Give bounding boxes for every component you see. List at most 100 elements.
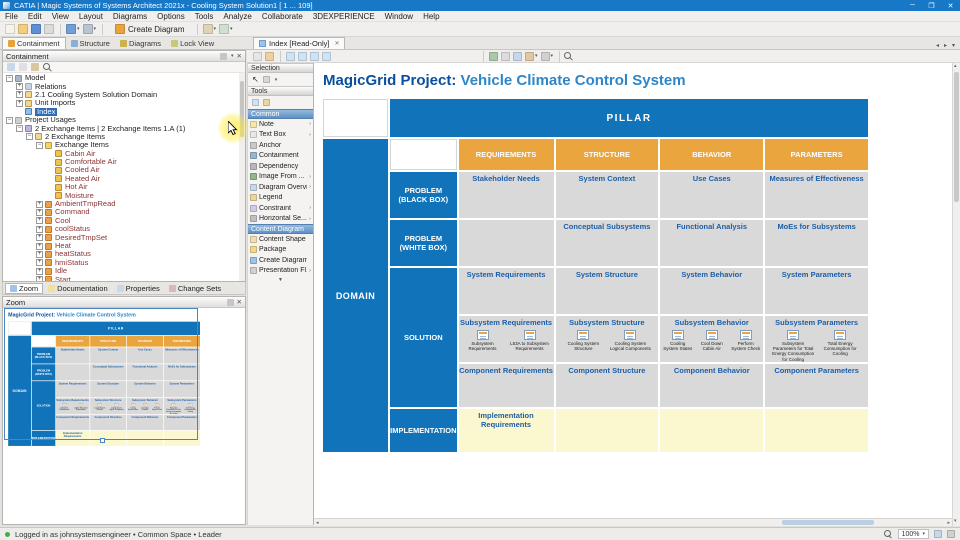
grid-row-label[interactable]: PROBLEM (BLACK BOX) [390, 172, 457, 218]
palette-more-icon[interactable]: ▼ [248, 276, 313, 284]
tab-list-icon[interactable]: ▾ [952, 42, 955, 49]
grid-row-label[interactable]: SOLUTION [390, 268, 457, 408]
tree-item-2-exchange-items[interactable]: 2 Exchange Items [3, 132, 245, 141]
diagram-options-icon[interactable]: ▾ [540, 51, 555, 62]
grid-cell[interactable]: Conceptual Subsystems [555, 220, 659, 266]
palette-item[interactable]: Diagram Overvi... › [248, 182, 313, 193]
maximize-button[interactable]: ❐ [922, 0, 941, 11]
grid-cell[interactable]: System Requirements [458, 268, 554, 314]
tree-item[interactable]: hmiStatus [3, 258, 245, 267]
collapse-all-icon[interactable] [19, 63, 27, 71]
grid-row-label[interactable]: PROBLEM (WHITE BOX) [390, 220, 457, 266]
export-image-icon[interactable] [488, 51, 499, 62]
pan-tool-icon[interactable] [263, 99, 270, 106]
close-button[interactable]: ✕ [941, 0, 960, 11]
fit-to-window-icon[interactable] [934, 530, 942, 538]
tree-item[interactable]: DesiredTmpSet [3, 233, 245, 242]
minimize-button[interactable]: ─ [903, 0, 922, 11]
expander-icon[interactable] [36, 267, 43, 275]
menu-item[interactable]: Tools [190, 11, 219, 22]
tree-item-exchange-items-usage[interactable]: 2 Exchange Items | 2 Exchange Items 1.A … [3, 124, 245, 133]
expand-all-icon[interactable] [7, 63, 15, 71]
tree-item[interactable]: Cooled Air [3, 166, 245, 174]
palette-item[interactable]: Horizontal Se... › [248, 214, 313, 225]
scroll-up-icon[interactable]: ▴ [954, 63, 957, 69]
full-screen-icon[interactable] [947, 530, 955, 538]
subsystem-artifact[interactable]: Cool Down Cabin Air [696, 329, 727, 352]
menu-item[interactable]: Options [152, 11, 190, 22]
chevron-right-icon[interactable]: › [309, 132, 311, 138]
grid-column-header[interactable]: REQUIREMENTS [458, 139, 554, 170]
save-icon[interactable] [30, 23, 42, 35]
panel-settings-icon[interactable] [220, 52, 228, 60]
grid-cell[interactable] [660, 409, 764, 453]
grid-cell[interactable]: System Parameters [765, 268, 868, 314]
expander-icon[interactable] [36, 217, 43, 225]
palette-section-common[interactable]: Common [248, 109, 313, 119]
palette-item[interactable]: Note › [248, 119, 313, 130]
scroll-down-icon[interactable]: ▾ [954, 518, 957, 524]
grid-cell[interactable]: Measures of Effectiveness [765, 172, 868, 218]
menu-item[interactable]: View [47, 11, 74, 22]
expander-icon[interactable] [6, 116, 13, 124]
palette-item[interactable]: Image From ... › [248, 172, 313, 183]
tree-scrollbar[interactable] [239, 73, 245, 281]
diagram-tab-index[interactable]: Index [Read-Only] ✕ [253, 37, 346, 49]
tree-item[interactable]: coolStatus [3, 225, 245, 233]
subsystem-artifact[interactable]: Cooling System States [662, 329, 693, 352]
tree-item[interactable]: Cabin Air [3, 149, 245, 158]
print-icon[interactable] [43, 23, 55, 35]
palette-item[interactable]: Containment › [248, 151, 313, 162]
print-diagram-icon[interactable] [500, 51, 511, 62]
grid-cell[interactable]: System Context [555, 172, 659, 218]
grid-cell[interactable]: Component Behavior [660, 364, 764, 408]
tree-item[interactable]: heatStatus [3, 250, 245, 258]
tree-item[interactable]: AmbientTmpRead [3, 200, 245, 208]
tree-item[interactable]: Hot Air [3, 183, 245, 191]
grid-cell[interactable]: Use Cases [660, 172, 764, 218]
menu-item[interactable]: 3DEXPERIENCE [308, 11, 380, 22]
horizontal-scrollbar[interactable]: ◂ ▸ [314, 518, 952, 526]
grid-row-label[interactable]: IMPLEMENTATION [390, 409, 457, 453]
validation-icon[interactable]: ▾ [202, 23, 218, 35]
scroll-left-icon[interactable]: ◂ [316, 520, 319, 526]
new-project-icon[interactable] [4, 23, 16, 35]
vertical-scrollbar-thumb[interactable] [954, 72, 959, 202]
scroll-right-icon[interactable]: ▸ [947, 520, 950, 526]
chevron-right-icon[interactable]: › [309, 121, 311, 127]
grid-cell[interactable]: Subsystem Structure Cooling System Struc… [555, 316, 659, 363]
grid-cell[interactable] [555, 409, 659, 453]
expander-icon[interactable] [16, 125, 23, 133]
expander-icon[interactable] [16, 91, 23, 99]
palette-item[interactable]: Constraint › [248, 203, 313, 214]
scroll-tabs-right-icon[interactable]: ▸ [944, 42, 947, 49]
grid-cell[interactable]: Subsystem Requirements Subsystem Require… [458, 316, 554, 363]
menu-item[interactable]: Diagrams [108, 11, 152, 22]
tree-item[interactable]: Moisture [3, 191, 245, 200]
chevron-right-icon[interactable]: › [309, 205, 311, 211]
dropdown-arrow-icon[interactable]: ▾ [231, 53, 234, 59]
search-icon[interactable] [43, 62, 52, 72]
expander-icon[interactable] [36, 234, 43, 242]
zoom-icon[interactable] [883, 529, 893, 539]
menu-item[interactable]: File [0, 11, 23, 22]
palette-section-selection[interactable]: Selection [248, 63, 313, 73]
tab-properties[interactable]: Properties [113, 283, 164, 294]
subsystem-artifact[interactable]: Perform System Check [730, 329, 761, 352]
expander-icon[interactable] [36, 242, 43, 250]
grid-column-header[interactable]: BEHAVIOR [660, 139, 764, 170]
vertical-scrollbar[interactable]: ▴ ▾ [952, 63, 960, 526]
horizontal-scrollbar-thumb[interactable] [782, 520, 874, 525]
expander-icon[interactable] [36, 259, 43, 267]
palette-item[interactable]: Presentation Fl... › [248, 266, 313, 277]
selection-mode-icon[interactable] [252, 51, 263, 62]
chevron-right-icon[interactable]: › [309, 184, 311, 190]
panel-close-icon[interactable]: ✕ [237, 298, 242, 306]
pointer-tool-icon[interactable]: ↖ [252, 75, 259, 84]
grid-cell[interactable]: System Behavior [660, 268, 764, 314]
expander-icon[interactable] [36, 208, 43, 216]
zoom-fit-icon[interactable] [285, 51, 296, 62]
expander-icon[interactable] [36, 250, 43, 258]
tab-containment[interactable]: Containment [2, 37, 66, 49]
subsystem-artifact[interactable]: Cooling System Structure [561, 329, 605, 352]
